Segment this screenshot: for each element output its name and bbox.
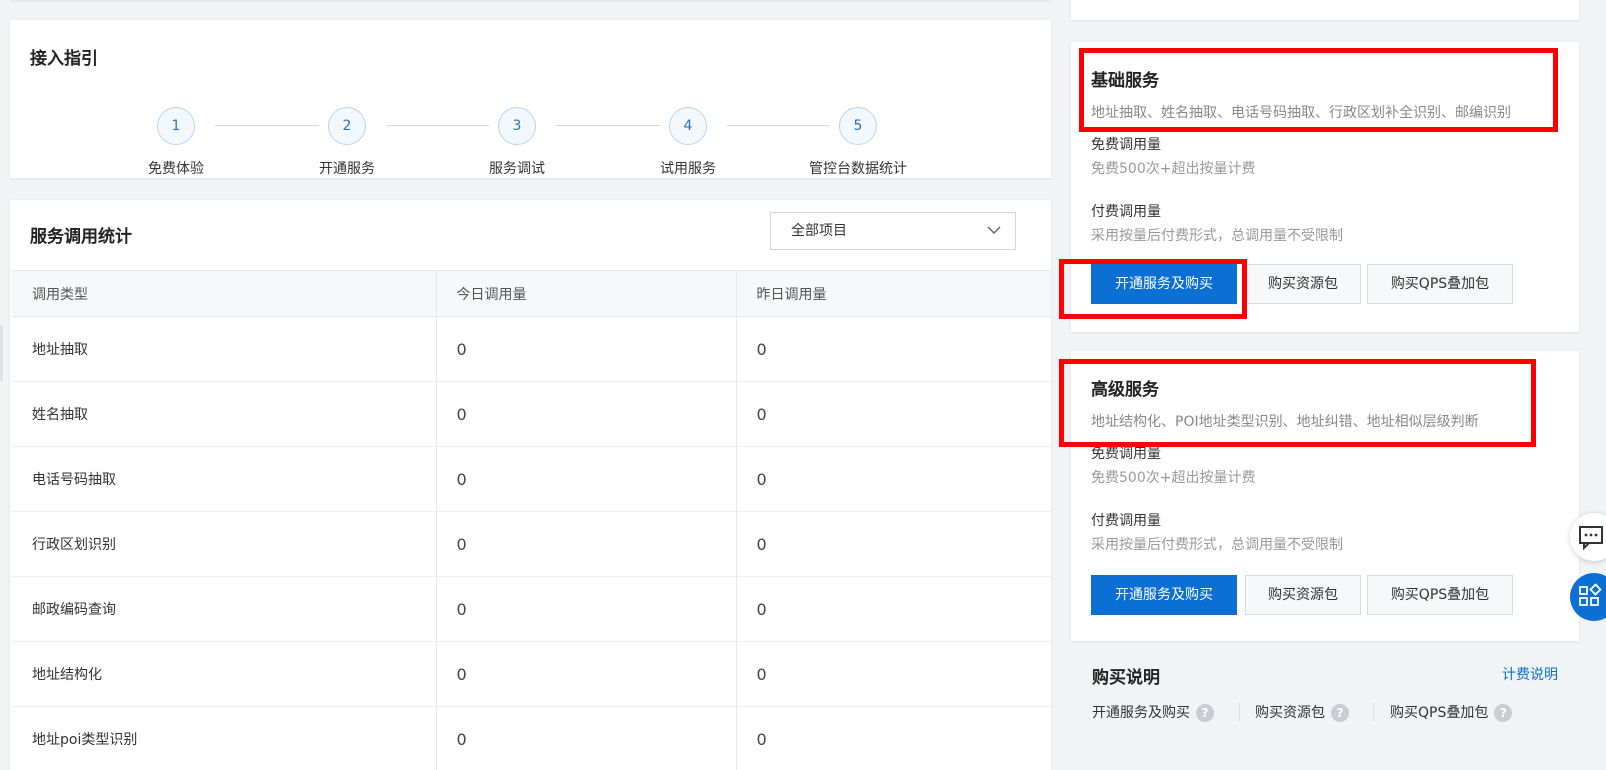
access-guide-card: 接入指引 1 免费体验 2 开通服务 3 服务调试 4 试用服务 5 管控台数据… (10, 20, 1051, 178)
note-item-qps-pack: 购买QPS叠加包? (1390, 702, 1513, 722)
column-header: 今日调用量 (435, 270, 736, 317)
step-number: 4 (669, 107, 707, 145)
cell-type: 行政区划识别 (12, 511, 436, 577)
billing-info-link[interactable]: 计费说明 (1502, 664, 1558, 684)
open-and-buy-button[interactable]: 开通服务及购买 (1091, 264, 1237, 304)
free-quota-value: 免费500次+超出按量计费 (1091, 470, 1256, 486)
advanced-service-card: 高级服务 地址结构化、POI地址类型识别、地址纠错、地址相似层级判断 免费调用量… (1071, 351, 1579, 641)
paid-quota-value: 采用按量后付费形式，总调用量不受限制 (1091, 537, 1343, 553)
guide-step-3[interactable]: 3 服务调试 (447, 107, 587, 178)
open-and-buy-button[interactable]: 开通服务及购买 (1091, 575, 1237, 615)
note-item-label: 购买QPS叠加包 (1390, 705, 1489, 721)
guide-step-1[interactable]: 1 免费体验 (106, 107, 246, 178)
cell-today: 0 (435, 576, 736, 642)
separator (1239, 703, 1240, 721)
basic-service-desc: 地址抽取、姓名抽取、电话号码抽取、行政区划补全识别、邮编识别 (1091, 105, 1511, 121)
paid-quota-label: 付费调用量 (1091, 204, 1161, 220)
cell-today: 0 (435, 641, 736, 707)
project-select-value: 全部项目 (791, 223, 847, 239)
cell-yesterday: 0 (735, 511, 1051, 577)
cell-today: 0 (435, 446, 736, 512)
cell-yesterday: 0 (735, 576, 1051, 642)
table-header-row: 调用类型 今日调用量 昨日调用量 (12, 270, 1051, 317)
apps-icon (1579, 583, 1602, 606)
chat-icon (1579, 526, 1603, 551)
cell-type: 地址poi类型识别 (12, 706, 436, 770)
help-icon[interactable]: ? (1331, 704, 1349, 722)
cell-type: 邮政编码查询 (12, 576, 436, 642)
buy-resource-pack-button[interactable]: 购买资源包 (1245, 575, 1361, 615)
step-number: 5 (839, 107, 877, 145)
table-row: 地址结构化 0 0 (12, 641, 1051, 707)
basic-service-title: 基础服务 (1091, 71, 1159, 91)
paid-quota-value: 采用按量后付费形式，总调用量不受限制 (1091, 228, 1343, 244)
table-row: 姓名抽取 0 0 (12, 381, 1051, 447)
basic-service-card: 基础服务 地址抽取、姓名抽取、电话号码抽取、行政区划补全识别、邮编识别 免费调用… (1071, 42, 1579, 332)
step-label: 服务调试 (489, 161, 545, 177)
cell-today: 0 (435, 706, 736, 770)
separator (1373, 703, 1374, 721)
top-right-card-stub (1071, 0, 1579, 20)
step-label: 开通服务 (319, 161, 375, 177)
guide-step-2[interactable]: 2 开通服务 (277, 107, 417, 178)
column-header: 昨日调用量 (735, 270, 1051, 317)
guide-step-4[interactable]: 4 试用服务 (618, 107, 758, 178)
advanced-service-desc: 地址结构化、POI地址类型识别、地址纠错、地址相似层级判断 (1091, 414, 1479, 430)
help-icon[interactable]: ? (1494, 704, 1513, 722)
note-item-open-buy: 开通服务及购买? (1092, 702, 1214, 722)
table-row: 电话号码抽取 0 0 (12, 446, 1051, 512)
cell-today: 0 (435, 316, 736, 382)
step-label: 管控台数据统计 (809, 161, 907, 177)
paid-quota-label: 付费调用量 (1091, 513, 1161, 529)
cell-type: 电话号码抽取 (12, 446, 436, 512)
cell-yesterday: 0 (735, 706, 1051, 770)
cell-type: 地址结构化 (12, 641, 436, 707)
step-number: 2 (328, 107, 366, 145)
step-label: 免费体验 (148, 161, 204, 177)
note-item-resource-pack: 购买资源包? (1255, 702, 1349, 722)
free-quota-label: 免费调用量 (1091, 137, 1161, 153)
purchase-note-title: 购买说明 (1092, 668, 1160, 688)
cell-today: 0 (435, 381, 736, 447)
guide-title: 接入指引 (30, 49, 98, 69)
table-row: 地址抽取 0 0 (12, 316, 1051, 382)
cell-yesterday: 0 (735, 446, 1051, 512)
step-label: 试用服务 (660, 161, 716, 177)
apps-float-button[interactable] (1570, 573, 1606, 621)
table-row: 邮政编码查询 0 0 (12, 576, 1051, 642)
buy-resource-pack-button[interactable]: 购买资源包 (1245, 264, 1361, 304)
stats-table: 调用类型 今日调用量 昨日调用量 地址抽取 0 0 姓名抽取 0 0 电话号码抽… (12, 270, 1051, 770)
cell-today: 0 (435, 511, 736, 577)
free-quota-value: 免费500次+超出按量计费 (1091, 161, 1256, 177)
cell-type: 地址抽取 (12, 316, 436, 382)
call-stats-card: 服务调用统计 全部项目 调用类型 今日调用量 昨日调用量 地址抽取 0 0 姓名… (10, 200, 1051, 770)
advanced-service-title: 高级服务 (1091, 380, 1159, 400)
note-item-label: 开通服务及购买 (1092, 705, 1190, 721)
chevron-down-icon (987, 226, 1001, 235)
cell-yesterday: 0 (735, 641, 1051, 707)
cell-type: 姓名抽取 (12, 381, 436, 447)
step-number: 1 (157, 107, 195, 145)
cell-yesterday: 0 (735, 316, 1051, 382)
table-row: 行政区划识别 0 0 (12, 511, 1051, 577)
cell-yesterday: 0 (735, 381, 1051, 447)
stats-title: 服务调用统计 (30, 227, 132, 247)
buy-qps-pack-button[interactable]: 购买QPS叠加包 (1367, 264, 1513, 304)
column-header: 调用类型 (12, 270, 436, 317)
chat-float-button[interactable] (1570, 513, 1606, 561)
step-number: 3 (498, 107, 536, 145)
guide-step-5[interactable]: 5 管控台数据统计 (788, 107, 928, 178)
note-item-label: 购买资源包 (1255, 705, 1325, 721)
project-select[interactable]: 全部项目 (770, 212, 1016, 250)
table-row: 地址poi类型识别 0 0 (12, 706, 1051, 770)
left-edge-tab[interactable] (0, 325, 3, 381)
free-quota-label: 免费调用量 (1091, 446, 1161, 462)
help-icon[interactable]: ? (1196, 704, 1214, 722)
buy-qps-pack-button[interactable]: 购买QPS叠加包 (1367, 575, 1513, 615)
